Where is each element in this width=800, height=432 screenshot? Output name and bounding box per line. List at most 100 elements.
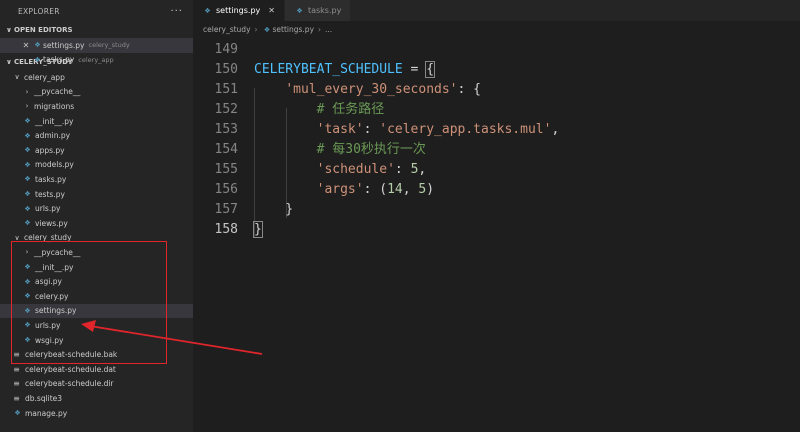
code-line[interactable]: 156 'args': (14, 5) [193, 180, 800, 200]
tree-item[interactable]: ∨ celery_app [0, 70, 193, 85]
close-icon[interactable]: ✕ [268, 6, 275, 15]
code-token: } [254, 202, 294, 217]
code-token: = [402, 62, 427, 77]
tree-item[interactable]: ❖ admin.py [0, 128, 193, 143]
code-token: 'schedule' [316, 162, 395, 177]
tab-label: tasks.py [307, 6, 342, 15]
text-file-icon: ≡ [13, 379, 20, 389]
tree-item-label: tests.py [35, 189, 65, 199]
tree-item-label: db.sqlite3 [25, 393, 63, 403]
tree-item-label: celerybeat-schedule.dat [25, 364, 116, 374]
line-number: 156 [214, 182, 238, 197]
python-file-icon: ❖ [24, 204, 31, 213]
code-token: 'mul_every_30_seconds' [285, 82, 458, 97]
open-editors-header[interactable]: ∨ OPEN EDITORS [0, 22, 193, 38]
code-token: 'task' [316, 122, 364, 137]
tree-item-label: celerybeat-schedule.dir [25, 379, 114, 389]
code-token: } [253, 221, 263, 238]
code-line[interactable]: 153 'task': 'celery_app.tasks.mul', [193, 120, 800, 140]
code-text: # 任务路径 [254, 100, 385, 120]
open-editors-list: ✕ ❖ settings.py celery_study ❖ tasks.py celery… [0, 38, 193, 67]
code-line[interactable]: 150 CELERYBEAT_SCHEDULE = { [193, 60, 800, 80]
python-file-icon: ❖ [24, 160, 31, 169]
explorer-sidebar: EXPLORER ··· ∨ OPEN EDITORS ✕ ❖ settings.p… [0, 0, 193, 432]
code-token: : [394, 162, 411, 177]
python-file-icon: ❖ [24, 146, 31, 155]
python-file-icon: ❖ [24, 175, 31, 184]
code-line[interactable]: 157 } [193, 200, 800, 220]
code-token: 14 [387, 182, 403, 197]
tree-item-label: models.py [35, 160, 74, 170]
text-file-icon: ≡ [13, 364, 20, 374]
code-line[interactable]: 158} [193, 220, 800, 240]
code-token: 'celery_app.tasks.mul' [379, 122, 552, 137]
python-file-icon: ❖ [263, 25, 271, 34]
annotation-highlight-box [11, 241, 167, 364]
code-line[interactable]: 154 # 每30秒执行一次 [193, 140, 800, 160]
code-text: # 每30秒执行一次 [254, 140, 426, 160]
tree-item[interactable]: ≡ celerybeat-schedule.dat [0, 362, 193, 377]
code-token: , [418, 162, 427, 177]
explorer-title: EXPLORER [18, 6, 60, 16]
python-file-icon: ❖ [204, 6, 211, 15]
code-line[interactable]: 149 [193, 40, 800, 60]
line-number: 152 [214, 102, 238, 117]
code-token: CELERYBEAT_SCHEDULE [254, 62, 403, 77]
code-line[interactable]: 152 # 任务路径 [193, 100, 800, 120]
open-editor-item[interactable]: ✕ ❖ settings.py celery_study [0, 38, 193, 53]
line-number: 157 [214, 202, 238, 217]
code-text: } [254, 200, 293, 220]
tab-tasks-py[interactable]: ❖ tasks.py [284, 0, 352, 21]
tab-label: settings.py [216, 6, 261, 15]
breadcrumb-folder[interactable]: celery_study [203, 25, 251, 34]
python-file-icon: ❖ [24, 219, 31, 228]
tree-item[interactable]: › migrations [0, 99, 193, 114]
line-number: 155 [214, 162, 238, 177]
code-text: CELERYBEAT_SCHEDULE = { [254, 60, 436, 80]
tree-item[interactable]: ❖ apps.py [0, 143, 193, 158]
tree-item[interactable]: ❖ urls.py [0, 201, 193, 216]
tree-item-label: manage.py [25, 408, 68, 418]
code-editor[interactable]: 149 150 CELERYBEAT_SCHEDULE = {151 'mul_ev… [193, 38, 800, 432]
close-icon[interactable]: ✕ [20, 41, 32, 50]
code-token: : { [457, 82, 481, 97]
code-text: 'mul_every_30_seconds': { [254, 80, 481, 100]
tree-item-label: migrations [34, 101, 75, 111]
more-actions-icon[interactable]: ··· [170, 6, 183, 17]
tree-item-label: admin.py [35, 131, 71, 141]
open-editor-name: settings.py [43, 40, 85, 50]
breadcrumb-symbol[interactable]: ... [325, 25, 332, 34]
tree-item[interactable]: ❖ views.py [0, 216, 193, 231]
line-number: 149 [214, 42, 238, 57]
python-file-icon: ❖ [24, 131, 31, 140]
breadcrumb: celery_study › ❖ settings.py › ... [193, 21, 800, 38]
tree-item[interactable]: ❖ tests.py [0, 187, 193, 202]
tree-item[interactable]: ❖ manage.py [0, 406, 193, 421]
tree-item[interactable]: ❖ tasks.py [0, 172, 193, 187]
tree-item[interactable]: ❖ models.py [0, 158, 193, 173]
tree-item[interactable]: ≡ celerybeat-schedule.dir [0, 377, 193, 392]
code-token: # 每30秒执行一次 [316, 142, 426, 157]
tree-item[interactable]: ≡ db.sqlite3 [0, 391, 193, 406]
code-line[interactable]: 151 'mul_every_30_seconds': { [193, 80, 800, 100]
code-token: # 任务路径 [316, 102, 385, 117]
tree-item[interactable]: › __pycache__ [0, 85, 193, 100]
breadcrumb-file[interactable]: settings.py [273, 25, 315, 34]
tree-item-label: celery_app [24, 72, 65, 82]
code-line[interactable]: 155 'schedule': 5, [193, 160, 800, 180]
chevron-down-icon: ∨ [14, 73, 20, 82]
open-editors-title: OPEN EDITORS [14, 26, 73, 34]
open-editor-item[interactable]: ❖ tasks.py celery_app [0, 53, 193, 68]
python-file-icon: ❖ [24, 190, 31, 199]
tree-item[interactable]: ❖ __init__.py [0, 114, 193, 129]
code-text: 'schedule': 5, [254, 160, 427, 180]
tab-settings-py[interactable]: ❖ settings.py ✕ [193, 0, 285, 21]
python-file-icon: ❖ [14, 409, 21, 418]
tree-item-label: __init__.py [35, 116, 74, 126]
tree-item-label: apps.py [35, 145, 65, 155]
python-file-icon: ❖ [34, 55, 41, 64]
